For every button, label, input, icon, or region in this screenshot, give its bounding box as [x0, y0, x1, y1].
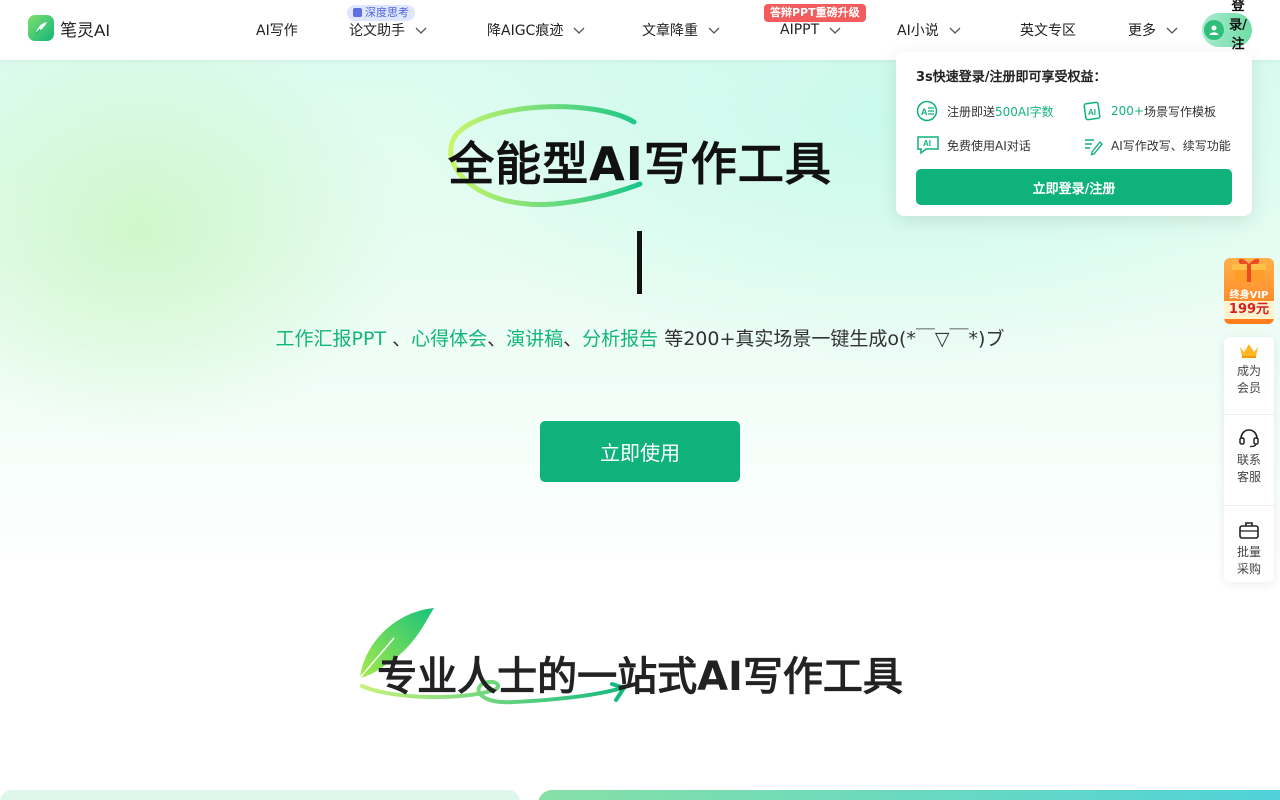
nav-label: AI小说: [897, 23, 939, 39]
feather-logo-icon: [28, 15, 54, 41]
crown-icon: [1240, 344, 1258, 358]
divider: [1224, 414, 1274, 415]
template-icon: AI: [1083, 101, 1101, 121]
nav-article-rewrite[interactable]: 文章降重: [642, 0, 720, 60]
contact-service-button[interactable]: 联系 客服: [1224, 428, 1274, 486]
become-member-button[interactable]: 成为 会员: [1224, 341, 1274, 397]
svg-text:AI: AI: [1088, 108, 1096, 117]
popup-title: 3s快速登录/注册即可享受权益：: [916, 70, 1107, 85]
nav-english-zone[interactable]: 英文专区: [1020, 0, 1076, 60]
benefit-item: A 注册即送 500AI字数: [916, 100, 1054, 122]
login-label[interactable]: 登录/注: [1226, 0, 1250, 54]
feature-card-peek-left: [0, 790, 520, 800]
ai-text-icon: A: [916, 100, 938, 122]
section-title: 专业人士的一站式AI写作工具: [377, 654, 903, 700]
svg-text:A: A: [921, 107, 928, 117]
bulk-purchase-button[interactable]: 批量 采购: [1224, 520, 1274, 578]
logo[interactable]: 笔灵AI: [28, 15, 110, 41]
nav-label: 论文助手: [349, 23, 405, 39]
pen-badge-icon: [353, 8, 362, 17]
side-toolbar: 成为 会员 联系 客服 批量 采购: [1224, 337, 1274, 582]
top-navbar: 笔灵AI AI写作 论文助手 深度思考 降AIGC痕迹 文章降重 AIPPT 答…: [0, 0, 1280, 60]
chevron-down-icon: [829, 27, 841, 34]
hero-title: 全能型AI写作工具: [448, 137, 832, 191]
feature-card-peek-right: [538, 790, 1280, 800]
nav-label: 英文专区: [1020, 23, 1076, 39]
nav-more[interactable]: 更多: [1128, 0, 1178, 60]
nav-label: 更多: [1128, 23, 1156, 39]
aippt-promo-badge: 答辩PPT重磅升级: [764, 4, 866, 22]
nav-label: AI写作: [256, 23, 298, 39]
gift-icon: [1232, 258, 1266, 282]
chevron-down-icon: [1166, 27, 1178, 34]
vip-title: 终身VIP: [1229, 290, 1269, 301]
logo-text: 笔灵AI: [60, 20, 111, 40]
lifetime-vip-promo[interactable]: 终身VIP 199元: [1224, 258, 1274, 324]
benefit-item: AI 200+ 场景写作模板: [1082, 100, 1216, 122]
nav-reduce-aigc[interactable]: 降AIGC痕迹: [487, 0, 585, 60]
user-icon: [1204, 20, 1224, 40]
typing-cursor: [637, 231, 642, 294]
deep-think-badge: 深度思考: [347, 5, 415, 21]
nav-label: 文章降重: [642, 23, 698, 39]
use-now-button[interactable]: 立即使用: [540, 421, 740, 482]
nav-ai-novel[interactable]: AI小说: [897, 0, 961, 60]
divider: [1224, 505, 1274, 506]
nav-ai-writing[interactable]: AI写作: [256, 0, 298, 60]
hero-subtitle: 工作汇报PPT 、心得体会、演讲稿、分析报告 等200+真实场景一键生成o(*￣…: [275, 328, 1005, 350]
nav-label: 降AIGC痕迹: [487, 23, 564, 39]
chevron-down-icon: [949, 27, 961, 34]
chevron-down-icon: [415, 27, 427, 34]
chevron-down-icon: [573, 27, 585, 34]
nav-label: AIPPT: [780, 22, 820, 38]
headset-icon: [1239, 429, 1259, 448]
chevron-down-icon: [708, 27, 720, 34]
vip-price: 199元: [1224, 301, 1274, 319]
briefcase-icon: [1239, 522, 1259, 539]
